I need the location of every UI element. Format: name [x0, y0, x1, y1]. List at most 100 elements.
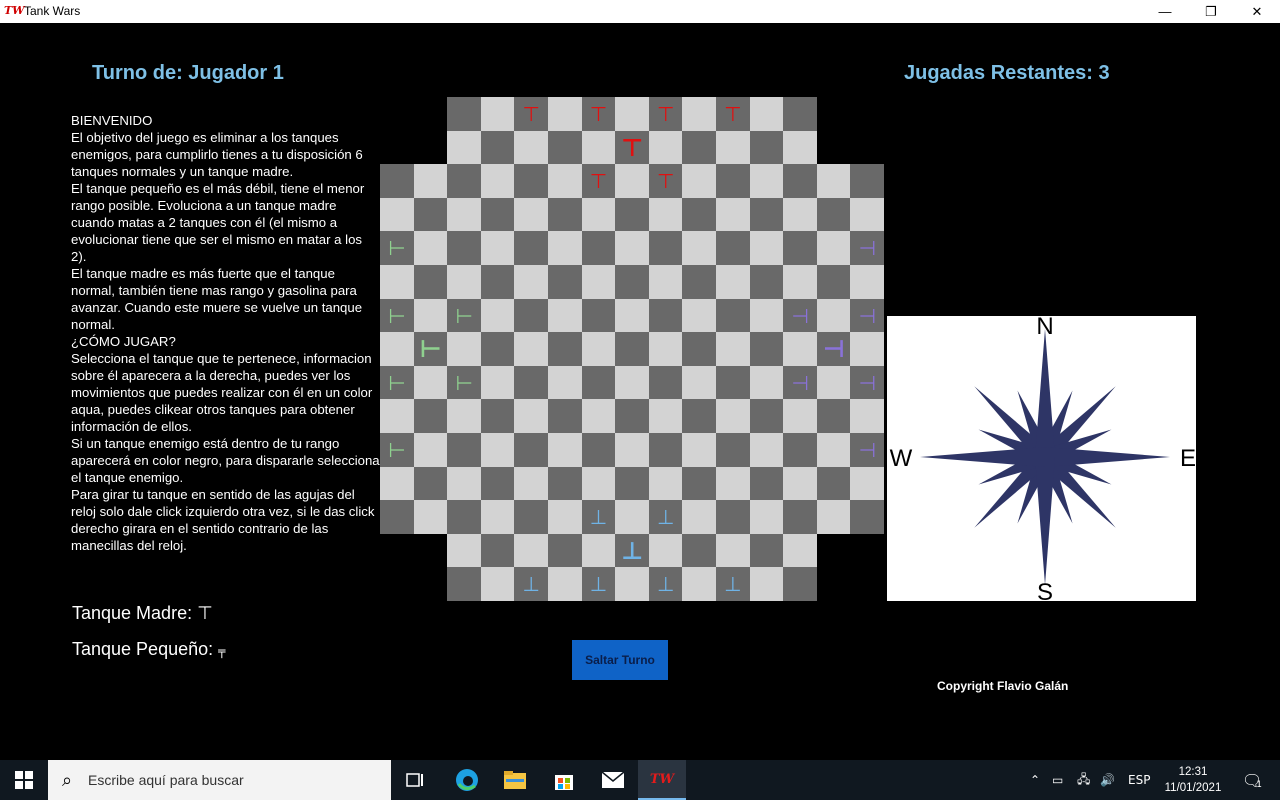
board-cell[interactable]: ⊤: [581, 97, 616, 131]
board-cell[interactable]: [581, 332, 616, 367]
board-cell[interactable]: [480, 533, 515, 568]
board-cell[interactable]: [548, 298, 582, 333]
red-tank-small-icon[interactable]: ⊤: [523, 104, 540, 124]
purple-tank-small-icon[interactable]: ⊣: [791, 373, 808, 393]
purple-tank-small-icon[interactable]: ⊣: [859, 373, 876, 393]
purple-tank-small-icon[interactable]: ⊣: [859, 440, 876, 460]
battery-icon[interactable]: ▭: [1052, 760, 1063, 800]
board-cell[interactable]: [615, 265, 650, 299]
board-cell[interactable]: ⊣: [816, 332, 851, 367]
board-cell[interactable]: [480, 567, 515, 602]
board-cell[interactable]: [380, 197, 414, 232]
green-tank-small-icon[interactable]: ⊢: [455, 373, 472, 393]
board-cell[interactable]: [615, 231, 650, 266]
blue-tank-small-icon[interactable]: ⊥: [590, 574, 607, 594]
board-cell[interactable]: [783, 97, 818, 131]
board-cell[interactable]: [783, 332, 818, 367]
board-cell[interactable]: [749, 433, 784, 467]
board-cell[interactable]: [682, 298, 717, 333]
board-cell[interactable]: [615, 298, 650, 333]
board-cell[interactable]: [548, 197, 582, 232]
board-cell[interactable]: [682, 197, 717, 232]
board-cell[interactable]: ⊤: [514, 97, 549, 131]
board-cell[interactable]: [850, 265, 885, 299]
board-cell[interactable]: [514, 500, 549, 535]
board-cell[interactable]: ⊣: [783, 298, 818, 333]
board-cell[interactable]: [648, 130, 683, 165]
blue-tank-small-icon[interactable]: ⊥: [523, 574, 540, 594]
board-cell[interactable]: [548, 466, 582, 501]
board-cell[interactable]: [447, 433, 482, 467]
minimize-button[interactable]: —: [1142, 0, 1188, 23]
board-cell[interactable]: [749, 567, 784, 602]
board-cell[interactable]: ⊥: [514, 567, 549, 602]
board-cell[interactable]: [480, 164, 515, 199]
board-cell[interactable]: [648, 197, 683, 232]
board-cell[interactable]: ⊤: [716, 97, 750, 131]
board-cell[interactable]: [615, 466, 650, 501]
board-cell[interactable]: ⊣: [783, 365, 818, 400]
green-tank-small-icon[interactable]: ⊢: [388, 306, 405, 326]
board-cell[interactable]: [548, 433, 582, 467]
board-cell[interactable]: [413, 500, 448, 535]
task-view-icon[interactable]: [392, 760, 440, 800]
board-cell[interactable]: [648, 433, 683, 467]
board-cell[interactable]: [447, 533, 482, 568]
red-tank-small-icon[interactable]: ⊤: [590, 104, 607, 124]
board-cell[interactable]: [648, 265, 683, 299]
board-cell[interactable]: [783, 533, 818, 568]
board-cell[interactable]: [548, 97, 582, 131]
board-cell[interactable]: [682, 399, 717, 434]
board-cell[interactable]: [581, 265, 616, 299]
board-cell[interactable]: [447, 500, 482, 535]
board-cell[interactable]: [682, 500, 717, 535]
board-cell[interactable]: ⊤: [581, 164, 616, 199]
board-cell[interactable]: [581, 433, 616, 467]
red-tank-mother-icon[interactable]: ⊤: [621, 136, 643, 160]
board-cell[interactable]: [514, 399, 549, 434]
board-cell[interactable]: [850, 399, 885, 434]
board-cell[interactable]: ⊣: [850, 365, 885, 400]
board-cell[interactable]: [480, 298, 515, 333]
board-cell[interactable]: [480, 466, 515, 501]
board-cell[interactable]: ⊥: [615, 533, 650, 568]
board-cell[interactable]: [581, 466, 616, 501]
green-tank-small-icon[interactable]: ⊢: [388, 238, 405, 258]
board-cell[interactable]: [816, 265, 851, 299]
board-cell[interactable]: ⊢: [380, 365, 414, 400]
board-cell[interactable]: ⊢: [413, 332, 448, 367]
board-cell[interactable]: ⊤: [648, 164, 683, 199]
board-cell[interactable]: [682, 433, 717, 467]
board-cell[interactable]: [480, 399, 515, 434]
taskbar-search-box[interactable]: ⌕ Escribe aquí para buscar: [48, 760, 391, 800]
board-cell[interactable]: [447, 231, 482, 266]
board-cell[interactable]: [682, 130, 717, 165]
board-cell[interactable]: [716, 197, 750, 232]
board-cell[interactable]: [716, 466, 750, 501]
board-cell[interactable]: [783, 231, 818, 266]
board-cell[interactable]: [514, 164, 549, 199]
board-cell[interactable]: [749, 197, 784, 232]
board-cell[interactable]: [514, 466, 549, 501]
board-cell[interactable]: [380, 332, 414, 367]
board-cell[interactable]: ⊥: [581, 567, 616, 602]
board-cell[interactable]: [480, 265, 515, 299]
green-tank-small-icon[interactable]: ⊢: [455, 306, 472, 326]
board-cell[interactable]: [514, 332, 549, 367]
board-cell[interactable]: [749, 164, 784, 199]
board-cell[interactable]: ⊣: [850, 298, 885, 333]
board-cell[interactable]: [816, 164, 851, 199]
board-cell[interactable]: [850, 466, 885, 501]
board-cell[interactable]: [716, 365, 750, 400]
board-cell[interactable]: [615, 332, 650, 367]
board-cell[interactable]: [413, 164, 448, 199]
blue-tank-small-icon[interactable]: ⊥: [657, 574, 674, 594]
board-cell[interactable]: [682, 533, 717, 568]
board-cell[interactable]: [716, 433, 750, 467]
board-cell[interactable]: [850, 500, 885, 535]
board-cell[interactable]: [648, 231, 683, 266]
board-cell[interactable]: [581, 231, 616, 266]
board-cell[interactable]: [682, 164, 717, 199]
board-cell[interactable]: ⊥: [581, 500, 616, 535]
board-cell[interactable]: [380, 466, 414, 501]
